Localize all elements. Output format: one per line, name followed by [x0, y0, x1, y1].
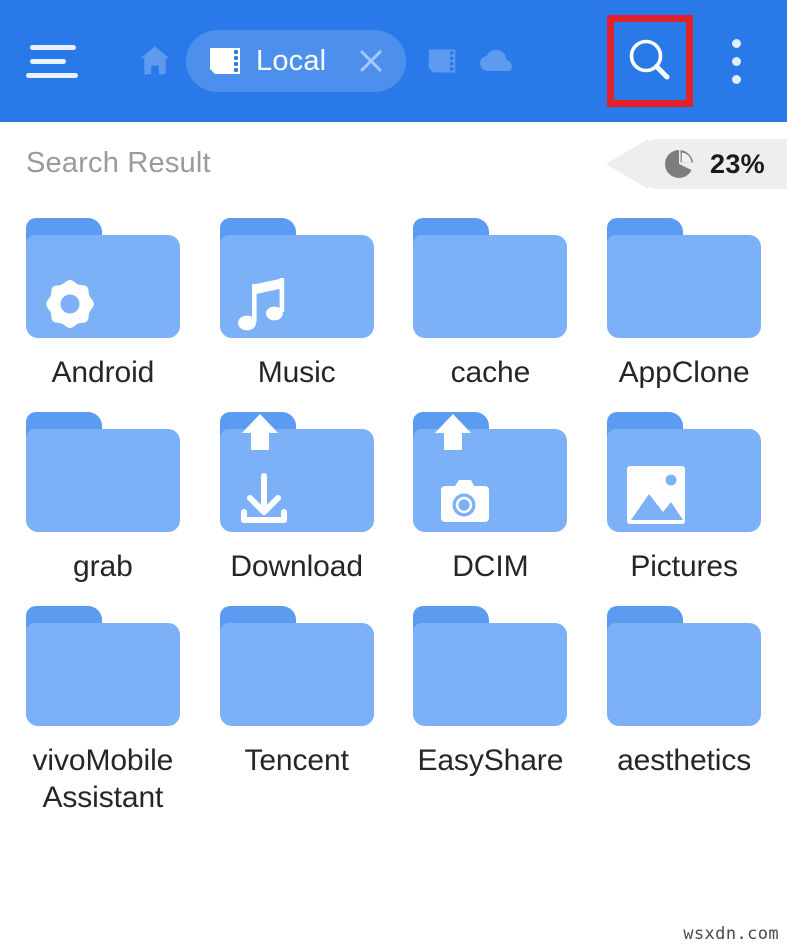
image-icon: [625, 464, 697, 528]
folder-icon: [413, 411, 568, 532]
subheader: Search Result 23%: [0, 122, 787, 204]
folder-label: Pictures: [630, 549, 738, 583]
page-title: Search Result: [26, 146, 211, 179]
path-chip-local[interactable]: Local: [186, 30, 407, 92]
search-icon: [629, 39, 670, 80]
folder-icon: [413, 605, 568, 726]
folder-body: [219, 622, 374, 726]
folder-icon: [607, 411, 762, 532]
folder-grid: Android Music cache AppClone grab Downlo…: [0, 204, 787, 817]
folder-item-aesthetics[interactable]: aesthetics: [587, 592, 781, 818]
folder-item-easyshare[interactable]: EasyShare: [394, 592, 588, 818]
folder-item-pictures[interactable]: Pictures: [587, 398, 781, 586]
more-vertical-icon[interactable]: [707, 30, 765, 92]
hamburger-line: [30, 44, 76, 50]
folder-item-android[interactable]: Android: [6, 204, 200, 392]
folder-icon: [25, 218, 180, 338]
search-button[interactable]: [607, 15, 693, 107]
gear-icon: [32, 266, 108, 342]
folder-icon: [413, 218, 568, 338]
folder-body: [607, 235, 762, 338]
folder-label: EasyShare: [417, 743, 564, 777]
hamburger-line: [26, 72, 78, 78]
folder-label: vivoMobile Assistant: [32, 743, 174, 815]
pie-chart-icon: [664, 149, 694, 179]
cloud-icon[interactable]: [474, 39, 518, 83]
sd-card-icon[interactable]: [420, 39, 464, 83]
folder-item-appclone[interactable]: AppClone: [587, 204, 781, 392]
music-note-icon: [226, 266, 302, 342]
folder-label: cache: [450, 356, 531, 389]
folder-label: Music: [257, 356, 336, 389]
folder-label: aesthetics: [617, 743, 752, 777]
overflow-dot: [731, 38, 741, 48]
folder-icon: [607, 218, 762, 338]
upload-arrow-icon: [427, 408, 479, 460]
app-bar: Local: [0, 0, 787, 122]
folder-body: [413, 235, 568, 338]
home-icon[interactable]: [132, 38, 178, 84]
folder-item-vivomobile-assistant[interactable]: vivoMobile Assistant: [6, 592, 200, 818]
folder-item-cache[interactable]: cache: [394, 204, 588, 392]
folder-body: [25, 622, 180, 726]
folder-label: AppClone: [618, 356, 750, 389]
folder-item-grab[interactable]: grab: [6, 398, 200, 586]
sd-card-icon: [208, 46, 242, 76]
folder-body: [413, 622, 568, 726]
overflow-dot: [731, 74, 741, 84]
folder-label: grab: [73, 549, 133, 583]
upload-arrow-icon: [234, 408, 286, 460]
folder-label: Download: [230, 549, 363, 583]
path-chip-label: Local: [256, 44, 327, 77]
watermark: wsxdn.com: [683, 924, 779, 944]
overflow-dot: [731, 56, 741, 66]
storage-badge[interactable]: 23%: [606, 139, 787, 189]
folder-item-music[interactable]: Music: [200, 204, 394, 392]
folder-item-download[interactable]: Download: [200, 398, 394, 586]
folder-icon: [25, 605, 180, 726]
folder-label: Android: [51, 356, 155, 389]
folder-item-tencent[interactable]: Tencent: [200, 592, 394, 818]
close-x-icon[interactable]: [350, 40, 392, 82]
folder-icon: [25, 411, 180, 532]
folder-body: [607, 622, 762, 726]
hamburger-line: [30, 58, 66, 64]
folder-label: DCIM: [452, 549, 529, 583]
download-arrow-icon: [226, 460, 302, 536]
folder-item-dcim[interactable]: DCIM: [394, 398, 588, 586]
folder-icon: [219, 218, 374, 338]
folder-label: Tencent: [244, 743, 349, 777]
hamburger-menu-icon[interactable]: [26, 33, 88, 89]
storage-percent: 23%: [710, 148, 765, 179]
folder-icon: [607, 605, 762, 726]
folder-icon: [219, 605, 374, 726]
folder-icon: [219, 411, 374, 532]
folder-body: [25, 428, 180, 532]
camera-icon: [419, 460, 495, 536]
